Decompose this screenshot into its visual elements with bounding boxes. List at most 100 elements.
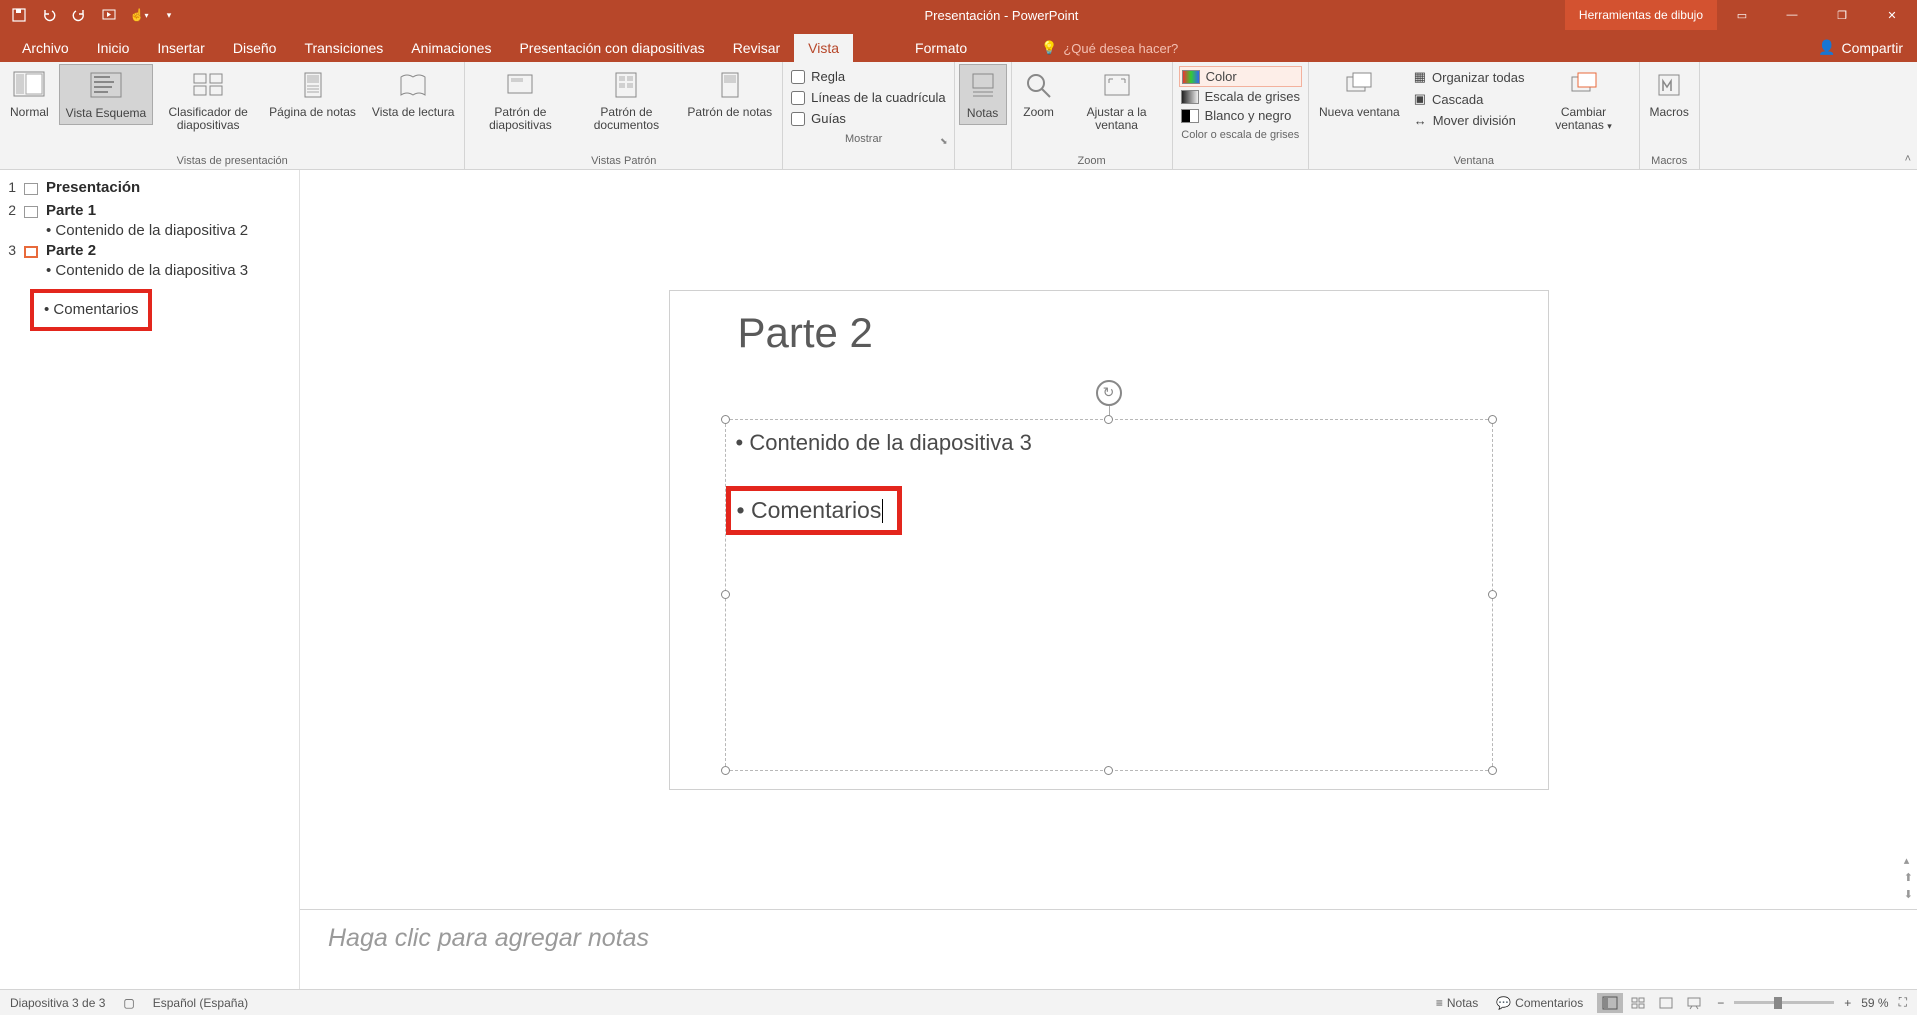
- resize-handle[interactable]: [1104, 766, 1113, 775]
- ruler-checkbox[interactable]: Regla: [789, 66, 947, 87]
- scroll-prev-slide-icon[interactable]: ⬆: [1904, 871, 1913, 884]
- tab-design[interactable]: Diseño: [219, 34, 291, 62]
- rotate-handle[interactable]: ↻: [1096, 380, 1122, 406]
- scroll-up-icon[interactable]: ▴: [1904, 854, 1913, 867]
- grayscale-mode-button[interactable]: Escala de grises: [1179, 87, 1302, 106]
- notes-master-icon: [713, 68, 747, 102]
- reading-view-button[interactable]: Vista de lectura: [366, 64, 461, 123]
- slide-3-content-2[interactable]: Comentarios: [44, 301, 138, 318]
- slide-2-title[interactable]: Parte 1: [46, 202, 96, 219]
- sorter-view-status-button[interactable]: [1625, 993, 1651, 1013]
- switch-windows-button[interactable]: Cambiar ventanas ▾: [1533, 64, 1635, 136]
- zoom-slider[interactable]: [1734, 1001, 1834, 1004]
- new-window-button[interactable]: Nueva ventana: [1313, 64, 1406, 123]
- zoom-out-button[interactable]: −: [1717, 996, 1724, 1010]
- tab-animations[interactable]: Animaciones: [397, 34, 505, 62]
- language-indicator[interactable]: Español (España): [153, 996, 248, 1010]
- tab-file[interactable]: Archivo: [8, 34, 83, 62]
- tab-insert[interactable]: Insertar: [143, 34, 218, 62]
- zoom-in-button[interactable]: +: [1844, 996, 1851, 1010]
- slide-3-content-1[interactable]: Contenido de la diapositiva 3: [0, 262, 299, 279]
- notes-pane[interactable]: Haga clic para agregar notas: [300, 909, 1917, 989]
- outline-slide-2[interactable]: 2 Parte 1: [0, 199, 299, 222]
- tab-slideshow[interactable]: Presentación con diapositivas: [505, 34, 718, 62]
- restore-button[interactable]: ❐: [1817, 0, 1867, 30]
- outline-slide-3[interactable]: 3 Parte 2: [0, 239, 299, 262]
- status-comments-button[interactable]: 💬Comentarios: [1492, 994, 1587, 1012]
- macros-icon: [1652, 68, 1686, 102]
- drawing-tools-tab[interactable]: Herramientas de dibujo: [1565, 0, 1717, 30]
- outline-slide-1[interactable]: 1 Presentación: [0, 176, 299, 199]
- show-dialog-launcher[interactable]: ⬊: [940, 136, 950, 147]
- slide-master-button[interactable]: Patrón de diapositivas: [469, 64, 571, 136]
- normal-view-status-button[interactable]: [1597, 993, 1623, 1013]
- move-split-button[interactable]: ↔Mover división: [1412, 110, 1527, 131]
- bullet-2[interactable]: Comentarios: [737, 497, 884, 523]
- slideshow-icon[interactable]: [100, 6, 118, 24]
- resize-handle[interactable]: [1488, 590, 1497, 599]
- zoom-button[interactable]: Zoom: [1016, 64, 1062, 123]
- slide-1-title[interactable]: Presentación: [46, 179, 140, 196]
- resize-handle[interactable]: [721, 766, 730, 775]
- slide-2-content[interactable]: Contenido de la diapositiva 2: [0, 222, 299, 239]
- minimize-button[interactable]: —: [1767, 0, 1817, 30]
- content-placeholder[interactable]: ↻ Contenido de la diapositiva 3 Comentar…: [725, 419, 1493, 771]
- save-icon[interactable]: [10, 6, 28, 24]
- tab-transitions[interactable]: Transiciones: [290, 34, 397, 62]
- arrange-all-button[interactable]: ▦Organizar todas: [1412, 66, 1527, 88]
- slideshow-status-button[interactable]: [1681, 993, 1707, 1013]
- zoom-percent[interactable]: 59 %: [1861, 996, 1888, 1010]
- color-group-label: Color o escala de grises: [1177, 127, 1304, 143]
- undo-icon[interactable]: [40, 6, 58, 24]
- resize-handle[interactable]: [1488, 415, 1497, 424]
- resize-handle[interactable]: [721, 590, 730, 599]
- collapse-ribbon-icon[interactable]: ˄: [1905, 153, 1911, 165]
- status-notes-button[interactable]: ≡Notas: [1432, 994, 1482, 1012]
- bullet-1[interactable]: Contenido de la diapositiva 3: [736, 426, 1482, 460]
- arrange-icon: ▦: [1414, 69, 1426, 85]
- cascade-label: Cascada: [1432, 92, 1483, 107]
- cascade-button[interactable]: ▣Cascada: [1412, 88, 1527, 110]
- outline-panel[interactable]: 1 Presentación 2 Parte 1 Contenido de la…: [0, 170, 300, 989]
- guides-checkbox[interactable]: Guías: [789, 108, 947, 129]
- resize-handle[interactable]: [1104, 415, 1113, 424]
- macros-button[interactable]: Macros: [1644, 64, 1695, 123]
- gridlines-checkbox[interactable]: Líneas de la cuadrícula: [789, 87, 947, 108]
- reading-view-status-button[interactable]: [1653, 993, 1679, 1013]
- resize-handle[interactable]: [1488, 766, 1497, 775]
- tab-view[interactable]: Vista: [794, 34, 853, 62]
- handout-master-button[interactable]: Patrón de documentos: [575, 64, 677, 136]
- outline-view-button[interactable]: Vista Esquema: [59, 64, 154, 125]
- redo-icon[interactable]: [70, 6, 88, 24]
- color-mode-label: Color: [1206, 69, 1237, 84]
- notes-toggle-button[interactable]: Notas: [959, 64, 1007, 125]
- fit-to-window-button[interactable]: Ajustar a la ventana: [1066, 64, 1168, 136]
- share-button[interactable]: 👤 Compartir: [1804, 33, 1917, 62]
- tab-format[interactable]: Formato: [901, 34, 981, 62]
- tab-home[interactable]: Inicio: [83, 34, 144, 62]
- bw-label: Blanco y negro: [1205, 108, 1292, 123]
- qat-customize-icon[interactable]: ▾: [160, 6, 178, 24]
- zoom-group-label: Zoom: [1016, 153, 1168, 169]
- scroll-next-slide-icon[interactable]: ⬇: [1904, 888, 1913, 901]
- slide-canvas[interactable]: Parte 2 ↻ Contenido de la diapositiva 3 …: [669, 290, 1549, 790]
- notes-page-button[interactable]: Página de notas: [263, 64, 362, 123]
- resize-handle[interactable]: [721, 415, 730, 424]
- zoom-thumb[interactable]: [1774, 997, 1782, 1009]
- spell-check-icon[interactable]: ▢: [123, 996, 134, 1010]
- tell-me-search[interactable]: 💡 ¿Qué desea hacer?: [1041, 40, 1178, 62]
- slide-sorter-button[interactable]: Clasificador de diapositivas: [157, 64, 259, 136]
- slide-counter[interactable]: Diapositiva 3 de 3: [10, 996, 105, 1010]
- bw-mode-button[interactable]: Blanco y negro: [1179, 106, 1302, 125]
- slide-thumb-icon: [24, 183, 38, 195]
- normal-view-button[interactable]: Normal: [4, 64, 55, 123]
- ribbon-display-options[interactable]: ▭: [1717, 0, 1767, 30]
- slide-title[interactable]: Parte 2: [738, 309, 873, 357]
- tab-review[interactable]: Revisar: [719, 34, 794, 62]
- close-button[interactable]: ✕: [1867, 0, 1917, 30]
- color-mode-button[interactable]: Color: [1179, 66, 1302, 87]
- touch-mode-icon[interactable]: ☝▾: [130, 6, 148, 24]
- slide-3-title[interactable]: Parte 2: [46, 242, 96, 259]
- notes-master-button[interactable]: Patrón de notas: [681, 64, 778, 123]
- fit-slide-button[interactable]: ⛶: [1899, 995, 1907, 1010]
